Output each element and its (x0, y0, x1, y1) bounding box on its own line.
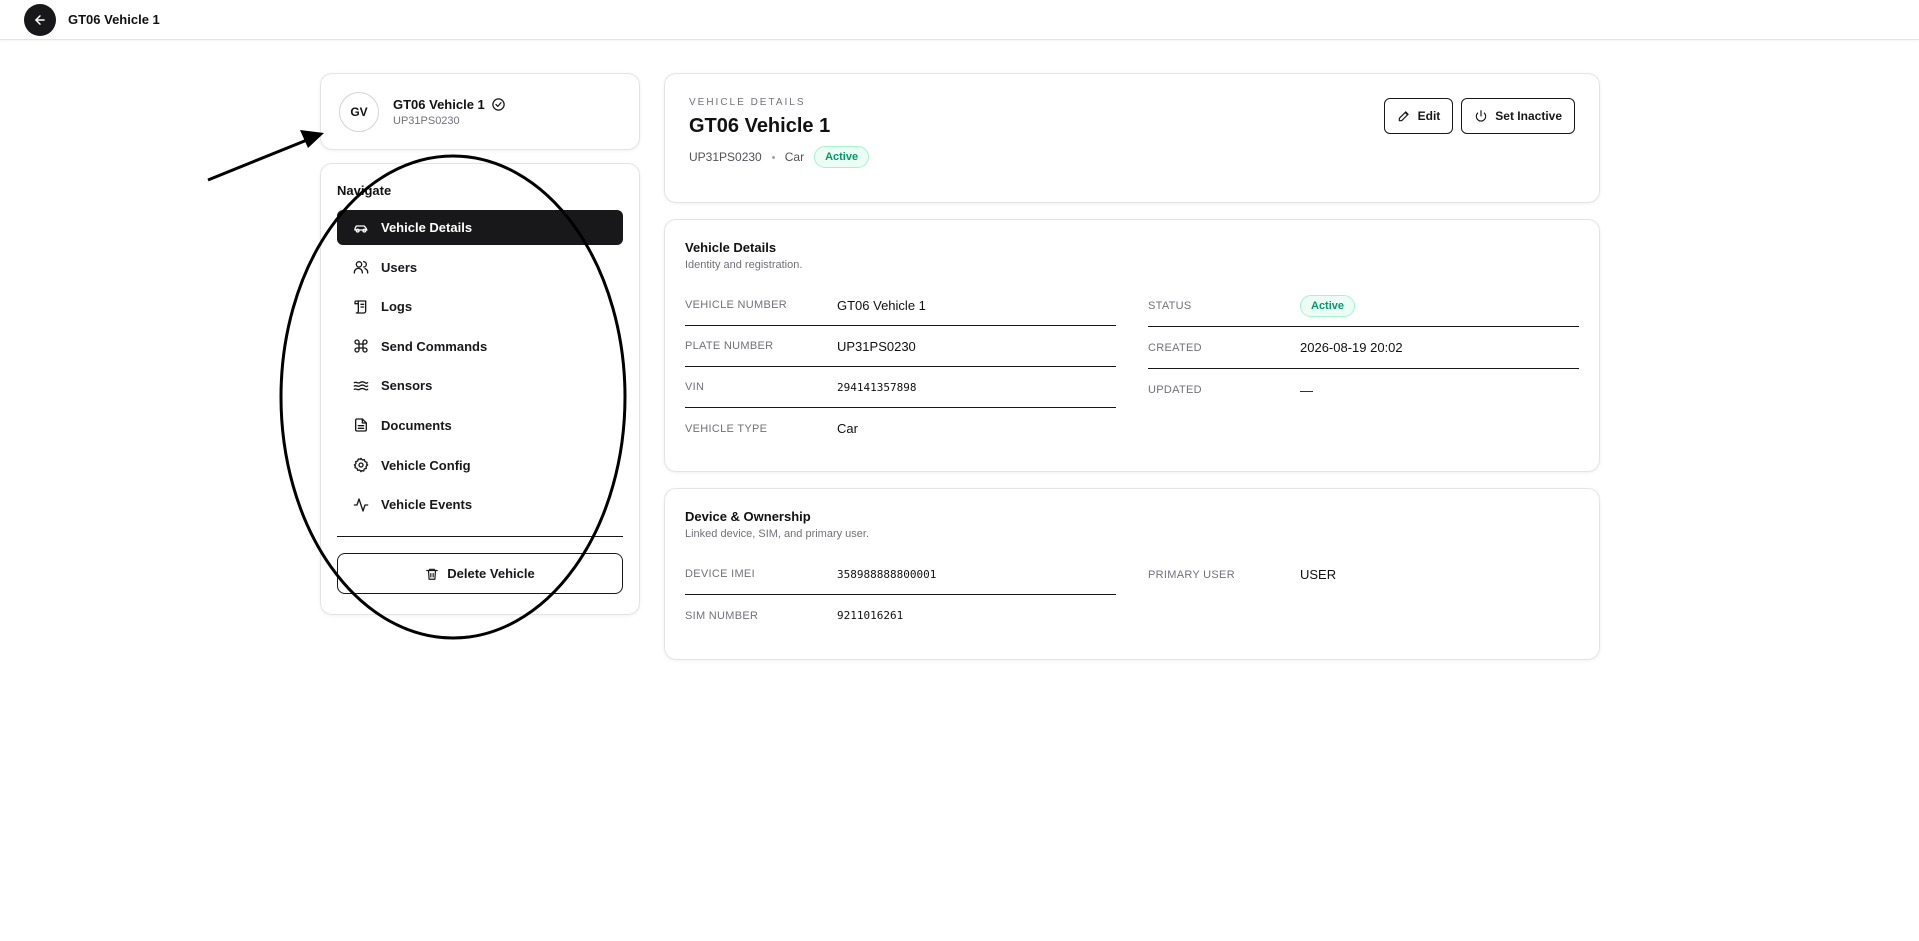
navigation-panel: Navigate Vehicle Details Users Logs Send… (320, 163, 640, 615)
scroll-icon (354, 300, 367, 314)
field-value: UP31PS0230 (837, 338, 916, 354)
field-value: USER (1300, 567, 1337, 582)
pencil-icon (1398, 111, 1409, 122)
field-label: VEHICLE TYPE (685, 422, 768, 435)
field-row-updated: UPDATED — (1148, 369, 1579, 411)
field-value: — (1300, 382, 1313, 398)
nav-item-users[interactable]: Users (337, 250, 623, 285)
field-value: Car (837, 421, 858, 436)
field-value: 2026-08-19 20:02 (1300, 340, 1403, 355)
section-title: Vehicle Details (685, 240, 777, 255)
trash-icon (426, 568, 439, 580)
vehicle-plate: UP31PS0230 (689, 150, 762, 164)
vehicle-type: Car (784, 150, 805, 164)
field-row-vehicle-number: VEHICLE NUMBER GT06 Vehicle 1 (685, 285, 1116, 326)
divider (337, 536, 623, 538)
field-value: 294141357898 (837, 380, 917, 394)
waves-icon (353, 380, 369, 391)
field-label: DEVICE IMEI (685, 568, 755, 580)
annotation-arrow-line (207, 136, 313, 182)
edit-button[interactable]: Edit (1383, 98, 1454, 134)
field-row-primary-user: PRIMARY USER USER (1148, 554, 1579, 595)
set-inactive-label: Set Inactive (1495, 109, 1562, 123)
file-text-icon (355, 418, 367, 433)
command-icon (354, 339, 368, 353)
nav-item-sensors[interactable]: Sensors (337, 368, 623, 403)
vehicle-details-card: Vehicle Details Identity and registratio… (664, 219, 1600, 472)
nav-item-label: Send Commands (381, 338, 488, 354)
field-value: 9211016261 (837, 609, 904, 622)
field-label: STATUS (1148, 299, 1192, 312)
status-badge: Active (1300, 294, 1356, 317)
status-badge: Active (814, 146, 870, 168)
device-ownership-card: Device & Ownership Linked device, SIM, a… (664, 488, 1600, 660)
power-icon (1476, 110, 1487, 122)
nav-item-label: Sensors (381, 378, 433, 394)
delete-vehicle-label: Delete Vehicle (447, 566, 535, 582)
field-label: SIM NUMBER (685, 609, 759, 622)
activity-icon (353, 497, 369, 512)
nav-item-label: Vehicle Details (381, 220, 473, 235)
field-value: 358988888800001 (837, 567, 937, 581)
back-button[interactable] (24, 3, 56, 36)
set-inactive-button[interactable]: Set Inactive (1461, 98, 1575, 134)
nav-item-label: Vehicle Config (381, 457, 471, 473)
nav-heading: Navigate (337, 183, 392, 198)
arrow-left-icon (35, 14, 45, 25)
nav-item-label: Logs (381, 299, 413, 315)
page-title: GT06 Vehicle 1 (68, 12, 160, 27)
nav-item-vehicle-events[interactable]: Vehicle Events (337, 487, 623, 522)
nav-item-label: Vehicle Events (381, 497, 473, 513)
section-title: Device & Ownership (685, 509, 811, 524)
field-row-sim-number: SIM NUMBER 9211016261 (685, 595, 1116, 636)
field-row-plate-number: PLATE NUMBER UP31PS0230 (685, 326, 1116, 367)
field-value: GT06 Vehicle 1 (837, 297, 926, 313)
vehicle-profile-card: GV GT06 Vehicle 1 UP31PS0230 (320, 73, 640, 150)
nav-item-vehicle-config[interactable]: Vehicle Config (337, 448, 623, 483)
field-row-created: CREATED 2026-08-19 20:02 (1148, 327, 1579, 369)
section-subtitle: Identity and registration. (685, 259, 803, 271)
car-icon (354, 224, 368, 233)
nav-item-label: Users (381, 259, 418, 275)
section-subtitle: Linked device, SIM, and primary user. (685, 528, 870, 540)
field-label: PLATE NUMBER (685, 340, 774, 352)
users-icon (353, 261, 369, 274)
field-label: VIN (685, 381, 705, 393)
edit-label: Edit (1417, 109, 1441, 123)
nav-item-documents[interactable]: Documents (337, 408, 623, 443)
avatar: GV (339, 91, 379, 132)
nav-item-label: Documents (381, 417, 452, 433)
check-circle-icon (492, 97, 505, 111)
field-label: CREATED (1148, 341, 1202, 354)
field-row-status: STATUS Active (1148, 285, 1579, 327)
gear-icon (353, 457, 369, 473)
top-bar: GT06 Vehicle 1 (0, 0, 1919, 40)
profile-plate: UP31PS0230 (393, 114, 460, 127)
field-row-device-imei: DEVICE IMEI 358988888800001 (685, 554, 1116, 595)
field-row-vin: VIN 294141357898 (685, 367, 1116, 408)
nav-item-logs[interactable]: Logs (337, 289, 623, 324)
nav-item-vehicle-details[interactable]: Vehicle Details (337, 210, 623, 245)
field-label: UPDATED (1148, 384, 1202, 396)
field-row-vehicle-type: VEHICLE TYPE Car (685, 408, 1116, 449)
nav-item-send-commands[interactable]: Send Commands (337, 329, 623, 364)
field-label: VEHICLE NUMBER (685, 299, 787, 311)
delete-vehicle-button[interactable]: Delete Vehicle (337, 553, 623, 595)
separator-dot (771, 155, 775, 159)
vehicle-header-card: VEHICLE DETAILS GT06 Vehicle 1 UP31PS023… (664, 73, 1600, 203)
profile-name: GT06 Vehicle 1 (393, 96, 485, 112)
field-label: PRIMARY USER (1148, 568, 1235, 581)
